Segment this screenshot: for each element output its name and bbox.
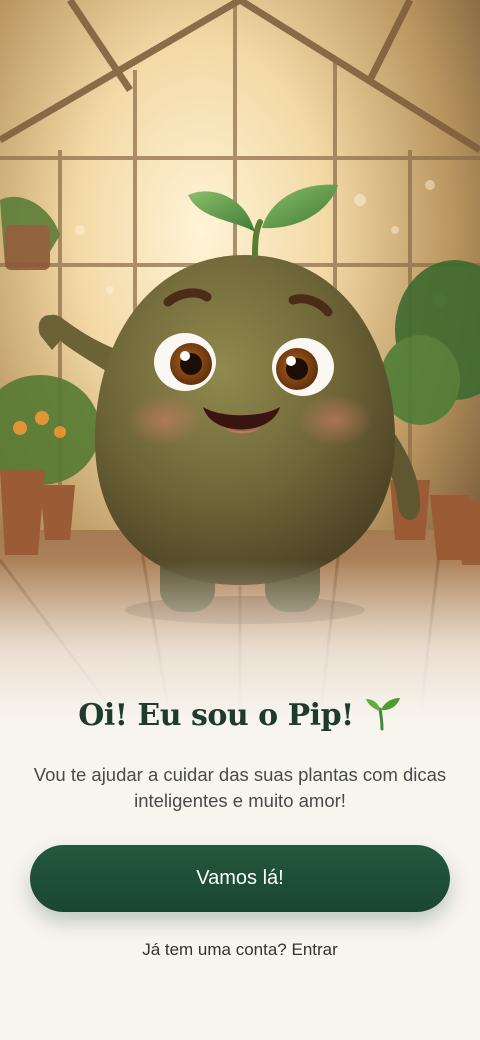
hero-illustration: [0, 0, 480, 720]
get-started-button[interactable]: Vamos lá!: [30, 845, 450, 912]
hero-fade: [0, 560, 480, 720]
subtitle: Vou te ajudar a cuidar das suas plantas …: [33, 764, 447, 811]
page-title: Oi! Eu sou o Pip!: [78, 698, 354, 733]
onboarding-screen: Oi! Eu sou o Pip! Vou te ajudar a cuidar…: [0, 0, 480, 1040]
title-row: Oi! Eu sou o Pip!: [0, 695, 480, 733]
login-link[interactable]: Entrar: [292, 940, 338, 959]
sprout-icon: [364, 695, 402, 733]
login-prompt: Já tem uma conta? Entrar: [0, 940, 480, 960]
login-prompt-text: Já tem uma conta?: [142, 940, 287, 959]
